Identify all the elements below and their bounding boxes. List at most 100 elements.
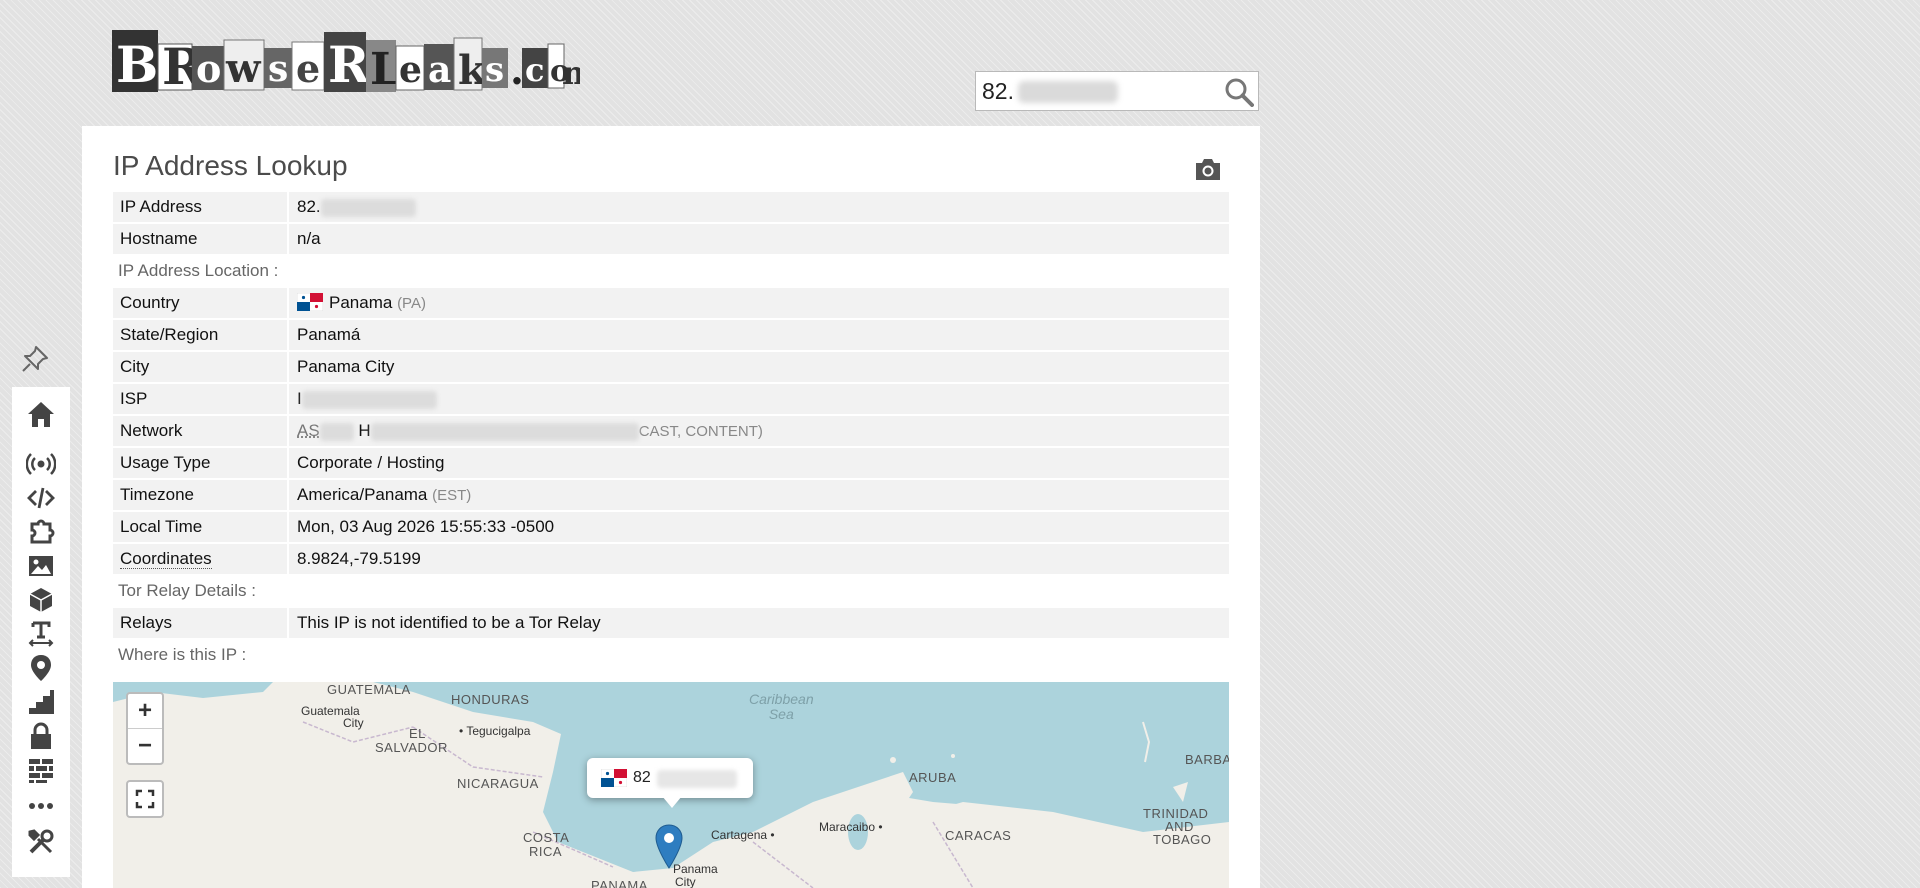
network-suffix: CAST, CONTENT): [638, 423, 763, 440]
timezone-text: America/Panama: [297, 485, 428, 504]
table-row: Coordinates 8.9824,-79.5199: [113, 544, 1229, 574]
row-label: IP Address: [113, 192, 289, 222]
city-name: Tegucigalpa: [466, 724, 531, 738]
location-map[interactable]: GUATEMALA HONDURAS EL SALVADOR NICARAGUA…: [113, 682, 1229, 888]
map-popup: 82: [587, 758, 753, 808]
panama-flag-icon: [601, 769, 627, 787]
coordinates-label[interactable]: Coordinates: [120, 549, 212, 569]
usage-type-value: Corporate / Hosting: [297, 453, 445, 472]
row-label: Usage Type: [113, 448, 289, 478]
pin-icon[interactable]: [20, 344, 50, 374]
map-label-country: EL: [409, 726, 426, 741]
map-label-city: City: [343, 716, 364, 730]
table-row: Network AS H CAST, CONTENT): [113, 416, 1229, 446]
fullscreen-control: [126, 780, 164, 818]
camera-icon[interactable]: [1194, 156, 1222, 182]
ip-info-table: IP Address 82. Hostname n/a IP Address L…: [113, 192, 1229, 672]
state-value: Panamá: [297, 325, 361, 344]
svg-text:o: o: [196, 46, 221, 91]
row-label: Coordinates: [113, 544, 289, 574]
map-label-country: COSTA: [523, 830, 570, 845]
hostname-value: n/a: [297, 229, 321, 248]
map-label-city: CARACAS: [945, 828, 1012, 843]
redacted-value: [1018, 81, 1118, 103]
row-label: ISP: [113, 384, 289, 414]
svg-text:e: e: [399, 49, 422, 91]
country-name: Panama: [329, 293, 393, 312]
table-row: Relays This IP is not identified to be a…: [113, 608, 1229, 638]
section-heading-location: IP Address Location :: [118, 261, 279, 280]
isp-value: I: [297, 384, 1229, 414]
steps-icon[interactable]: [24, 687, 58, 717]
redacted-value: [370, 422, 639, 441]
text-width-icon[interactable]: [24, 619, 58, 649]
cube-icon[interactable]: [24, 585, 58, 615]
table-row: Hostname n/a: [113, 224, 1229, 254]
fullscreen-icon: [135, 789, 155, 809]
table-row: Local Time Mon, 03 Aug 2026 15:55:33 -05…: [113, 512, 1229, 542]
city-value: Panama City: [297, 357, 395, 376]
main-panel: IP Address Lookup IP Address 82. Hostnam…: [82, 126, 1260, 888]
timezone-abbr: (EST): [432, 487, 472, 504]
redacted-value: [319, 422, 354, 441]
city-name: Maracaibo: [819, 820, 876, 834]
firewall-icon[interactable]: [24, 755, 58, 785]
map-label-country: SALVADOR: [375, 740, 448, 755]
asn-link[interactable]: AS: [297, 421, 354, 441]
ip-value-text: 82.: [297, 197, 321, 216]
map-label-country: BARBA: [1185, 752, 1229, 767]
home-icon[interactable]: [24, 399, 58, 429]
sea-name: Caribbean: [749, 691, 814, 707]
location-icon[interactable]: [24, 653, 58, 683]
table-row: State/Region Panamá: [113, 320, 1229, 350]
section-heading-map: Where is this IP :: [118, 645, 247, 664]
map-label-city: Cartagena •: [711, 828, 775, 842]
table-row: ISP I: [113, 384, 1229, 414]
panama-flag-icon: [297, 293, 323, 311]
lock-icon[interactable]: [24, 721, 58, 751]
svg-text:a: a: [428, 49, 451, 91]
search-icon[interactable]: [1224, 77, 1254, 107]
row-label: State/Region: [113, 320, 289, 350]
tools-icon[interactable]: [24, 827, 58, 857]
puzzle-icon[interactable]: [24, 517, 58, 547]
svg-text:m: m: [562, 54, 580, 92]
zoom-out-button[interactable]: −: [128, 729, 162, 763]
map-label-country: PANAMA: [591, 878, 648, 888]
row-label: Network: [113, 416, 289, 446]
coordinates-value: 8.9824,-79.5199: [297, 549, 421, 568]
more-icon[interactable]: [24, 791, 58, 821]
map-label-country: HONDURAS: [451, 692, 530, 707]
table-row: IP Address 82.: [113, 192, 1229, 222]
map-label-country: ARUBA: [909, 770, 957, 785]
page-title: IP Address Lookup: [113, 150, 348, 181]
relays-value: This IP is not identified to be a Tor Re…: [297, 613, 601, 632]
table-row: Timezone America/Panama (EST): [113, 480, 1229, 510]
svg-text:R: R: [328, 35, 370, 94]
map-label-city: • Tegucigalpa: [459, 724, 531, 738]
table-row: City Panama City: [113, 352, 1229, 382]
zoom-in-button[interactable]: +: [128, 694, 162, 728]
country-value: Panama (PA): [297, 288, 1229, 318]
map-marker-icon[interactable]: [654, 824, 684, 874]
row-label: Local Time: [113, 512, 289, 542]
browserleaks-logo[interactable]: B R o w s e R L e a k s . c o m: [110, 26, 580, 102]
fullscreen-button[interactable]: [128, 782, 162, 816]
svg-text:B: B: [116, 35, 158, 94]
sidebar: [12, 387, 70, 877]
broadcast-icon[interactable]: [24, 449, 58, 479]
svg-text:c: c: [525, 51, 544, 89]
image-icon[interactable]: [24, 551, 58, 581]
timezone-value: America/Panama (EST): [297, 480, 1229, 510]
city-name: Cartagena: [711, 828, 768, 842]
redacted-value: [657, 770, 737, 788]
network-prefix: H: [358, 421, 371, 440]
table-row: Usage Type Corporate / Hosting: [113, 448, 1229, 478]
map-label-country: RICA: [529, 844, 563, 859]
svg-text:s: s: [485, 50, 504, 90]
code-icon[interactable]: [24, 483, 58, 513]
row-label: Country: [113, 288, 289, 318]
redacted-value: [301, 390, 437, 409]
row-label: Timezone: [113, 480, 289, 510]
svg-text:w: w: [225, 45, 262, 92]
